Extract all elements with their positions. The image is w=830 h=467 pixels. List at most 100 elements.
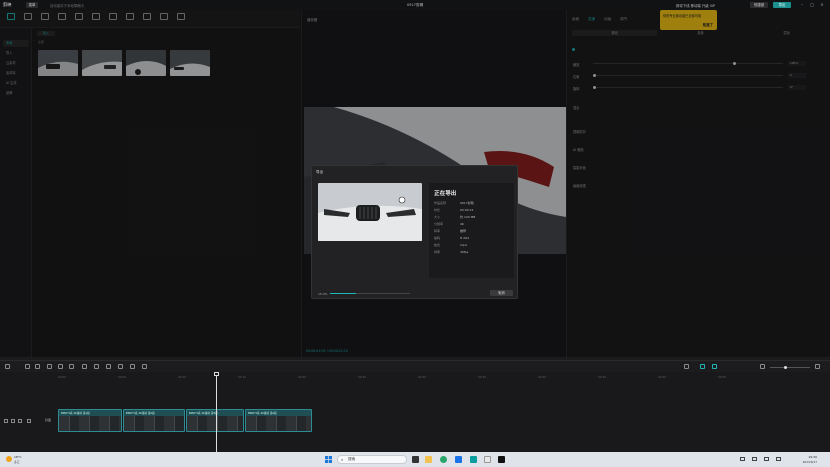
video-clip[interactable]: BMW 5系 4K素材 第3段 xyxy=(186,409,244,432)
ruler-tick: 00:45 xyxy=(598,375,607,379)
top-notice[interactable]: 即将下线 移动端 升级 VIP xyxy=(676,3,715,8)
cancel-export-button[interactable]: 取消 xyxy=(490,290,513,296)
info-key: 格式 xyxy=(434,243,441,247)
capcut-taskbar-icon[interactable] xyxy=(498,456,505,463)
split-right-icon[interactable] xyxy=(69,364,74,369)
video-clip[interactable]: BMW 5系 4K素材 第4段 xyxy=(245,409,312,432)
export-preview xyxy=(318,183,422,241)
ruler-tick: 00:35 xyxy=(478,375,487,379)
select-tool-icon[interactable] xyxy=(5,364,10,369)
chevron-up-icon[interactable] xyxy=(740,457,745,461)
playhead-handle[interactable] xyxy=(214,372,219,376)
freeze-icon[interactable] xyxy=(94,364,99,369)
hide-track-icon[interactable] xyxy=(11,419,15,423)
zoom-slider[interactable] xyxy=(770,367,810,368)
split-icon[interactable] xyxy=(47,364,52,369)
ruler-tick: 00:15 xyxy=(238,375,247,379)
shortcut-button[interactable]: 快捷键 xyxy=(750,2,768,8)
close-icon[interactable]: × xyxy=(819,2,825,8)
timeline-toolbar xyxy=(0,360,830,372)
zoom-out-icon[interactable] xyxy=(760,364,765,369)
info-key: 作品名称 xyxy=(434,201,447,205)
ruler-tick: 00:25 xyxy=(358,375,367,379)
mute-track-icon[interactable] xyxy=(18,419,22,423)
delete-icon[interactable] xyxy=(82,364,87,369)
title-bar: 剪映 菜单 自动保存于本地草稿中 0917剪辑 即将下线 移动端 升级 VIP … xyxy=(0,0,830,10)
info-value: H.264 xyxy=(460,236,469,240)
info-key: 帧率 xyxy=(434,250,441,254)
video-clip[interactable]: BMW 5系 4K素材 第2段 xyxy=(123,409,185,432)
lock-track-icon[interactable] xyxy=(4,419,8,423)
info-value: 0917剪辑 xyxy=(460,201,474,205)
weather-icon[interactable] xyxy=(6,456,12,462)
clock-date[interactable]: 2023/9/17 xyxy=(795,460,817,464)
rotate-icon[interactable] xyxy=(130,364,135,369)
info-key: 码率 xyxy=(434,229,441,233)
ruler-tick: 00:05 xyxy=(118,375,127,379)
zoom-in-icon[interactable] xyxy=(815,364,820,369)
info-key: 大小 xyxy=(434,215,441,219)
clip-frames xyxy=(124,416,184,431)
ruler-tick: 00:10 xyxy=(178,375,187,379)
clip-label: BMW 5系 4K素材 第3段 xyxy=(189,412,218,415)
maximize-icon[interactable]: □ xyxy=(809,2,815,8)
link-icon[interactable] xyxy=(700,364,705,369)
search-placeholder: 搜索 xyxy=(348,457,356,461)
weather-temp[interactable]: 18°C xyxy=(14,455,21,459)
clip-frames xyxy=(246,416,311,431)
export-progress-text: 15.3% xyxy=(318,292,328,296)
export-heading: 正在导出 xyxy=(434,191,457,197)
autosave-status: 自动保存于本地草稿中 xyxy=(50,4,84,8)
edge-icon[interactable] xyxy=(440,456,447,463)
app-icon[interactable] xyxy=(484,456,491,463)
export-button[interactable]: 导出 xyxy=(773,2,791,8)
clip-frames xyxy=(187,416,243,431)
export-dialog: 导出 正在导出 作品名称 0917剪辑 时长 00:00:21 大小 约 120 MB… xyxy=(311,165,518,299)
info-key: 时长 xyxy=(434,208,441,212)
more-icon[interactable] xyxy=(27,419,31,423)
ruler-tick: 00:50 xyxy=(658,375,667,379)
app-icon[interactable] xyxy=(470,456,477,463)
crop-icon[interactable] xyxy=(142,364,147,369)
reverse-icon[interactable] xyxy=(106,364,111,369)
app-logo: 剪映 xyxy=(3,2,12,7)
dialog-title: 导出 xyxy=(316,170,324,174)
clip-label: BMW 5系 4K素材 第1段 xyxy=(61,412,90,415)
redo-icon[interactable] xyxy=(35,364,40,369)
store-icon[interactable] xyxy=(455,456,462,463)
snap-icon[interactable] xyxy=(712,364,717,369)
undo-icon[interactable] xyxy=(25,364,30,369)
ruler-tick: 00:40 xyxy=(538,375,547,379)
project-title: 0917剪辑 xyxy=(406,3,424,7)
ime-icon[interactable] xyxy=(776,457,781,461)
network-icon[interactable] xyxy=(752,457,757,461)
weather-desc[interactable]: 多云 xyxy=(14,460,20,464)
clip-label: BMW 5系 4K素材 第2段 xyxy=(126,412,155,415)
cover-label[interactable]: 封面 xyxy=(45,418,51,422)
info-value: 约 120 MB xyxy=(460,215,476,219)
info-value: 30fps xyxy=(460,250,469,254)
minimize-icon[interactable]: – xyxy=(799,2,805,8)
info-key: 分辨率 xyxy=(434,222,444,226)
ruler-tick: 00:00 xyxy=(58,375,67,379)
info-value: 4K xyxy=(460,222,464,226)
windows-start-icon[interactable] xyxy=(325,456,332,463)
menu-button[interactable]: 菜单 xyxy=(26,2,38,8)
mic-icon[interactable] xyxy=(684,364,689,369)
clip-label: BMW 5系 4K素材 第4段 xyxy=(248,412,277,415)
playhead[interactable] xyxy=(216,372,217,452)
ruler-tick: 00:20 xyxy=(298,375,307,379)
os-taskbar: 18°C 多云 ⌕ 搜索 19:30 2023/9/17 xyxy=(0,452,830,467)
split-left-icon[interactable] xyxy=(58,364,63,369)
info-key: 编码 xyxy=(434,236,441,240)
clip-frames xyxy=(59,416,121,431)
video-clip[interactable]: BMW 5系 4K素材 第1段 xyxy=(58,409,122,432)
volume-icon[interactable] xyxy=(764,457,769,461)
clock-time[interactable]: 19:30 xyxy=(795,455,817,459)
search-icon: ⌕ xyxy=(341,457,344,462)
task-view-icon[interactable] xyxy=(412,456,419,463)
mirror-icon[interactable] xyxy=(118,364,123,369)
zoom-knob[interactable] xyxy=(784,366,787,369)
file-explorer-icon[interactable] xyxy=(425,456,432,463)
export-progress-fill xyxy=(330,293,357,294)
